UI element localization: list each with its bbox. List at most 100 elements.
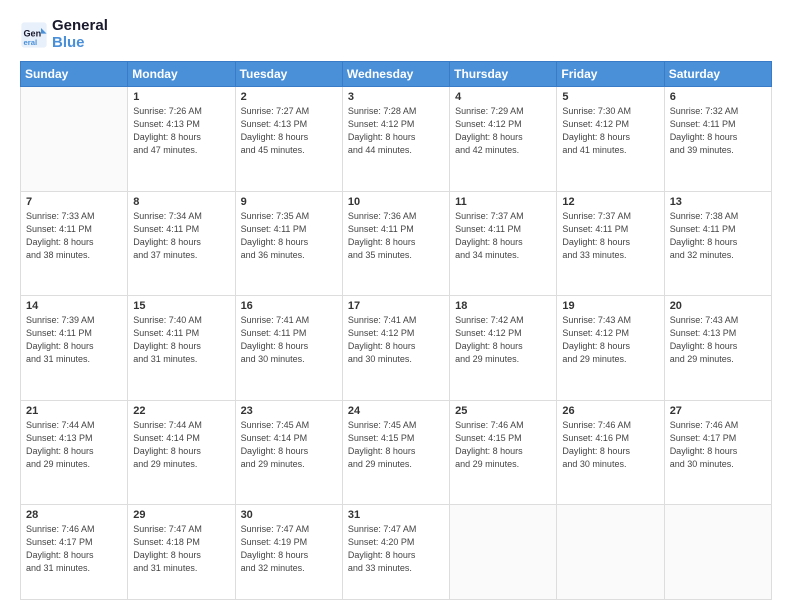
logo-text-line1: General <box>52 18 108 35</box>
page: Gen eral General Blue SundayMondayTuesda… <box>0 0 792 612</box>
calendar-cell: 21Sunrise: 7:44 AMSunset: 4:13 PMDayligh… <box>21 400 128 505</box>
day-info: Sunrise: 7:44 AMSunset: 4:14 PMDaylight:… <box>133 419 229 471</box>
calendar-cell: 19 Sunrise: 7:43 AMSunset: 4:12 PMDayligh… <box>557 296 664 401</box>
calendar-cell <box>21 87 128 192</box>
day-info: Sunrise: 7:35 AMSunset: 4:11 PMDaylight:… <box>241 210 337 262</box>
day-info: Sunrise: 7:37 AMSunset: 4:11 PMDaylight:… <box>455 210 551 262</box>
day-info: Sunrise: 7:30 AMSunset: 4:12 PMDaylight:… <box>562 105 658 157</box>
day-info: Sunrise: 7:43 AMSunset: 4:13 PMDaylight:… <box>670 314 766 366</box>
header-cell-saturday: Saturday <box>664 62 771 87</box>
day-info: Sunrise: 7:44 AMSunset: 4:13 PMDaylight:… <box>26 419 122 471</box>
day-info: Sunrise: 7:45 AMSunset: 4:15 PMDaylight:… <box>348 419 444 471</box>
day-info: Sunrise: 7:46 AMSunset: 4:17 PMDaylight:… <box>26 523 122 575</box>
day-info: Sunrise: 7:46 AMSunset: 4:17 PMDaylight:… <box>670 419 766 471</box>
day-number: 9 <box>241 196 337 208</box>
week-row-0: 1 Sunrise: 7:26 AMSunset: 4:13 PMDaylight… <box>21 87 772 192</box>
day-info: Sunrise: 7:43 AMSunset: 4:12 PMDaylight:… <box>562 314 658 366</box>
calendar-table: SundayMondayTuesdayWednesdayThursdayFrid… <box>20 61 772 600</box>
day-number: 17 <box>348 300 444 312</box>
day-info: Sunrise: 7:28 AMSunset: 4:12 PMDaylight:… <box>348 105 444 157</box>
day-number: 18 <box>455 300 551 312</box>
day-info: Sunrise: 7:46 AMSunset: 4:16 PMDaylight:… <box>562 419 658 471</box>
calendar-cell: 5 Sunrise: 7:30 AMSunset: 4:12 PMDaylight… <box>557 87 664 192</box>
calendar-cell: 11Sunrise: 7:37 AMSunset: 4:11 PMDayligh… <box>450 191 557 296</box>
header: Gen eral General Blue <box>20 18 772 51</box>
calendar-cell: 28 Sunrise: 7:46 AMSunset: 4:17 PMDayligh… <box>21 505 128 600</box>
calendar-cell: 14 Sunrise: 7:39 AMSunset: 4:11 PMDayligh… <box>21 296 128 401</box>
calendar-body: 1 Sunrise: 7:26 AMSunset: 4:13 PMDaylight… <box>21 87 772 600</box>
day-number: 4 <box>455 91 551 103</box>
day-number: 22 <box>133 405 229 417</box>
day-number: 1 <box>133 91 229 103</box>
day-info: Sunrise: 7:37 AMSunset: 4:11 PMDaylight:… <box>562 210 658 262</box>
header-cell-thursday: Thursday <box>450 62 557 87</box>
day-number: 5 <box>562 91 658 103</box>
header-cell-wednesday: Wednesday <box>342 62 449 87</box>
calendar-cell: 31 Sunrise: 7:47 AMSunset: 4:20 PMDayligh… <box>342 505 449 600</box>
day-info: Sunrise: 7:36 AMSunset: 4:11 PMDaylight:… <box>348 210 444 262</box>
calendar-cell: 6Sunrise: 7:32 AMSunset: 4:11 PMDaylight… <box>664 87 771 192</box>
day-number: 25 <box>455 405 551 417</box>
day-info: Sunrise: 7:40 AMSunset: 4:11 PMDaylight:… <box>133 314 229 366</box>
header-row: SundayMondayTuesdayWednesdayThursdayFrid… <box>21 62 772 87</box>
calendar-cell: 3Sunrise: 7:28 AMSunset: 4:12 PMDaylight… <box>342 87 449 192</box>
day-info: Sunrise: 7:47 AMSunset: 4:20 PMDaylight:… <box>348 523 444 575</box>
week-row-3: 21Sunrise: 7:44 AMSunset: 4:13 PMDayligh… <box>21 400 772 505</box>
day-info: Sunrise: 7:38 AMSunset: 4:11 PMDaylight:… <box>670 210 766 262</box>
calendar-cell: 29 Sunrise: 7:47 AMSunset: 4:18 PMDayligh… <box>128 505 235 600</box>
day-number: 14 <box>26 300 122 312</box>
logo: Gen eral General Blue <box>20 18 108 51</box>
header-cell-friday: Friday <box>557 62 664 87</box>
calendar-cell: 23Sunrise: 7:45 AMSunset: 4:14 PMDayligh… <box>235 400 342 505</box>
calendar-cell: 2Sunrise: 7:27 AMSunset: 4:13 PMDaylight… <box>235 87 342 192</box>
day-info: Sunrise: 7:34 AMSunset: 4:11 PMDaylight:… <box>133 210 229 262</box>
day-info: Sunrise: 7:45 AMSunset: 4:14 PMDaylight:… <box>241 419 337 471</box>
calendar-cell: 15 Sunrise: 7:40 AMSunset: 4:11 PMDayligh… <box>128 296 235 401</box>
day-number: 31 <box>348 509 444 521</box>
svg-text:eral: eral <box>24 37 38 46</box>
calendar-cell: 24 Sunrise: 7:45 AMSunset: 4:15 PMDayligh… <box>342 400 449 505</box>
day-number: 7 <box>26 196 122 208</box>
day-info: Sunrise: 7:33 AMSunset: 4:11 PMDaylight:… <box>26 210 122 262</box>
calendar-cell: 9 Sunrise: 7:35 AMSunset: 4:11 PMDaylight… <box>235 191 342 296</box>
day-number: 24 <box>348 405 444 417</box>
day-number: 26 <box>562 405 658 417</box>
day-number: 15 <box>133 300 229 312</box>
logo-icon: Gen eral <box>20 21 48 49</box>
calendar-cell: 17 Sunrise: 7:41 AMSunset: 4:12 PMDayligh… <box>342 296 449 401</box>
week-row-2: 14 Sunrise: 7:39 AMSunset: 4:11 PMDayligh… <box>21 296 772 401</box>
day-number: 28 <box>26 509 122 521</box>
calendar-cell: 4Sunrise: 7:29 AMSunset: 4:12 PMDaylight… <box>450 87 557 192</box>
calendar-cell: 26 Sunrise: 7:46 AMSunset: 4:16 PMDayligh… <box>557 400 664 505</box>
header-cell-monday: Monday <box>128 62 235 87</box>
week-row-4: 28 Sunrise: 7:46 AMSunset: 4:17 PMDayligh… <box>21 505 772 600</box>
calendar-cell: 25Sunrise: 7:46 AMSunset: 4:15 PMDayligh… <box>450 400 557 505</box>
calendar-cell: 18Sunrise: 7:42 AMSunset: 4:12 PMDayligh… <box>450 296 557 401</box>
calendar-cell: 30Sunrise: 7:47 AMSunset: 4:19 PMDayligh… <box>235 505 342 600</box>
header-cell-sunday: Sunday <box>21 62 128 87</box>
calendar-cell: 27Sunrise: 7:46 AMSunset: 4:17 PMDayligh… <box>664 400 771 505</box>
day-number: 8 <box>133 196 229 208</box>
day-number: 10 <box>348 196 444 208</box>
calendar-cell: 20 Sunrise: 7:43 AMSunset: 4:13 PMDayligh… <box>664 296 771 401</box>
day-number: 12 <box>562 196 658 208</box>
day-number: 13 <box>670 196 766 208</box>
day-number: 16 <box>241 300 337 312</box>
day-number: 20 <box>670 300 766 312</box>
day-number: 29 <box>133 509 229 521</box>
calendar-cell: 8 Sunrise: 7:34 AMSunset: 4:11 PMDaylight… <box>128 191 235 296</box>
day-info: Sunrise: 7:41 AMSunset: 4:12 PMDaylight:… <box>348 314 444 366</box>
calendar-cell: 22 Sunrise: 7:44 AMSunset: 4:14 PMDayligh… <box>128 400 235 505</box>
calendar-cell: 10 Sunrise: 7:36 AMSunset: 4:11 PMDayligh… <box>342 191 449 296</box>
day-number: 19 <box>562 300 658 312</box>
day-info: Sunrise: 7:47 AMSunset: 4:18 PMDaylight:… <box>133 523 229 575</box>
calendar-cell: 13 Sunrise: 7:38 AMSunset: 4:11 PMDayligh… <box>664 191 771 296</box>
calendar-cell <box>557 505 664 600</box>
calendar-cell <box>664 505 771 600</box>
day-info: Sunrise: 7:26 AMSunset: 4:13 PMDaylight:… <box>133 105 229 157</box>
svg-text:Gen: Gen <box>24 28 42 38</box>
day-number: 30 <box>241 509 337 521</box>
day-info: Sunrise: 7:39 AMSunset: 4:11 PMDaylight:… <box>26 314 122 366</box>
calendar-cell: 1 Sunrise: 7:26 AMSunset: 4:13 PMDaylight… <box>128 87 235 192</box>
header-cell-tuesday: Tuesday <box>235 62 342 87</box>
